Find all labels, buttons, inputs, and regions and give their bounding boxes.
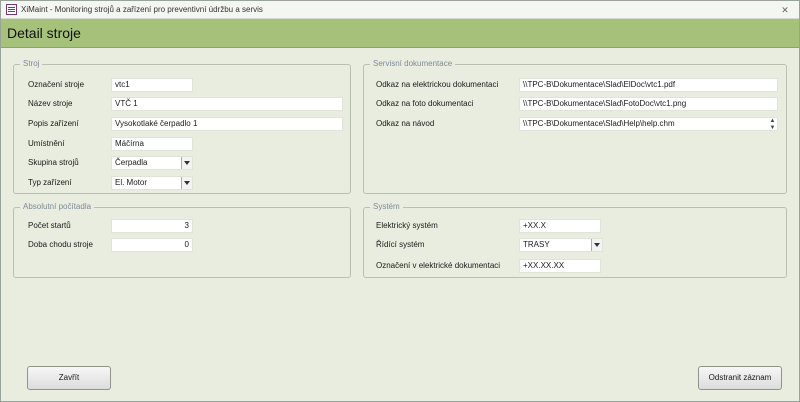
label-nazev-stroje: Název stroje: [28, 99, 73, 108]
skupina-stroju-select[interactable]: Čerpadla: [111, 156, 193, 170]
group-stroj-title: Stroj: [20, 59, 43, 68]
ridici-system-select[interactable]: TRASY: [519, 238, 603, 252]
label-foto-dokumentace: Odkaz na foto dokumentaci: [376, 99, 474, 108]
app-window: XiMaint - Monitoring strojů a zařízení p…: [0, 0, 800, 402]
pocet-startu-field[interactable]: 3: [111, 219, 193, 233]
window-title: XiMaint - Monitoring strojů a zařízení p…: [21, 5, 263, 14]
form-header: Detail stroje: [1, 19, 799, 48]
group-system-title: Systém: [370, 202, 403, 211]
foto-dokumentace-field[interactable]: \\TPC-B\Dokumentace\Slad\FotoDoc\vtc1.pn…: [519, 97, 778, 111]
popis-zarizeni-field[interactable]: Vysokotlaké čerpadlo 1: [111, 117, 343, 131]
oznaceni-stroje-field[interactable]: vtc1: [111, 78, 193, 92]
group-pocitadla-title: Absolutní počítadla: [20, 202, 95, 211]
navod-value: \\TPC-B\Dokumentace\Slad\Help\help.chm: [523, 119, 675, 128]
elektricka-dokumentace-field[interactable]: \\TPC-B\Dokumentace\Slad\ElDoc\vtc1.pdf: [519, 78, 778, 92]
page-title: Detail stroje: [7, 25, 81, 41]
typ-zarizeni-value: El. Motor: [115, 178, 148, 187]
label-popis-zarizeni: Popis zařízení: [28, 119, 79, 128]
label-elektricka-dokumentace: Odkaz na elektrickou dokumentaci: [376, 80, 499, 89]
label-pocet-startu: Počet startů: [28, 221, 71, 230]
doba-chodu-field[interactable]: 0: [111, 238, 193, 252]
label-oznaceni-stroje: Označení stroje: [28, 80, 85, 89]
label-oznaceni-el-dokumentace: Označení v elektrické dokumentaci: [376, 261, 501, 270]
label-navod: Odkaz na návod: [376, 119, 435, 128]
label-umisteni: Umístnění: [28, 139, 65, 148]
label-skupina-stroju: Skupina strojů: [28, 158, 79, 167]
form-icon: [6, 4, 17, 15]
chevron-down-icon[interactable]: [181, 157, 192, 169]
typ-zarizeni-select[interactable]: El. Motor: [111, 176, 193, 190]
label-doba-chodu: Doba chodu stroje: [28, 240, 93, 249]
label-ridici-system: Řídící systém: [376, 240, 425, 249]
label-typ-zarizeni: Typ zařízení: [28, 178, 72, 187]
group-servisni-title: Servisní dokumentace: [370, 59, 456, 68]
skupina-stroju-value: Čerpadla: [115, 158, 148, 167]
delete-record-button[interactable]: Odstranit záznam: [698, 366, 782, 390]
umisteni-field[interactable]: Máčírna: [111, 137, 193, 151]
nazev-stroje-field[interactable]: VTČ 1: [111, 97, 343, 111]
chevron-down-icon[interactable]: [181, 177, 192, 189]
ridici-system-value: TRASY: [523, 240, 550, 249]
close-icon[interactable]: ✕: [779, 4, 791, 16]
elektricky-system-field[interactable]: +XX.X: [519, 219, 601, 233]
close-button[interactable]: Zavřít: [27, 366, 111, 390]
oznaceni-el-dokumentace-field[interactable]: +XX.XX.XX: [519, 259, 601, 273]
label-elektricky-system: Elektrický systém: [376, 221, 438, 230]
navod-field[interactable]: \\TPC-B\Dokumentace\Slad\Help\help.chm ▲…: [519, 117, 778, 131]
scroll-arrows-icon[interactable]: ▲ ▼: [768, 118, 777, 130]
title-bar: XiMaint - Monitoring strojů a zařízení p…: [1, 1, 799, 19]
chevron-down-icon[interactable]: [591, 239, 602, 251]
